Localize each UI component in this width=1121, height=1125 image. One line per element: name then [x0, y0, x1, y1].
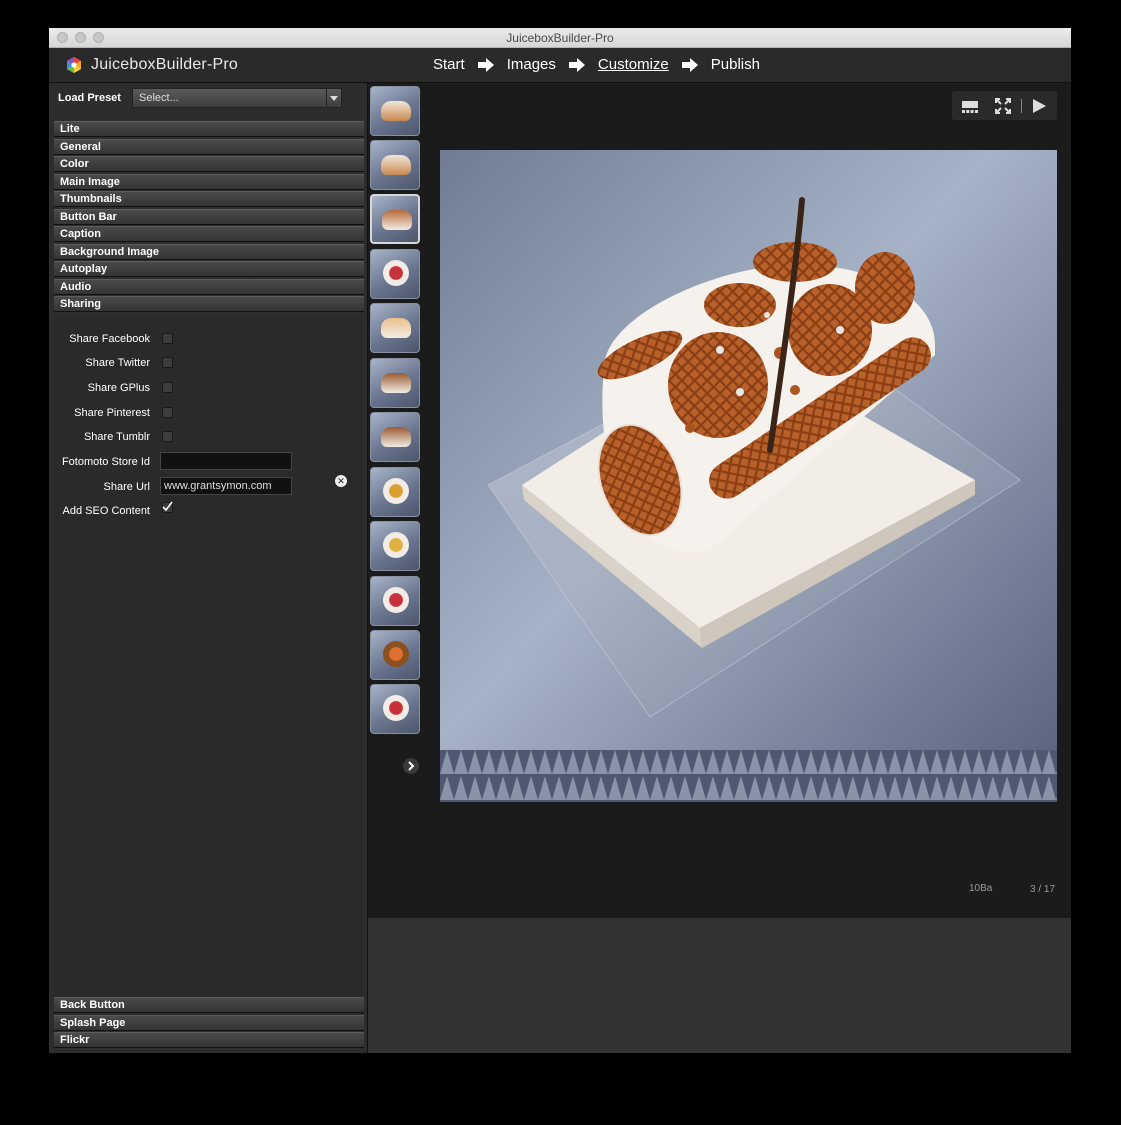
step-start[interactable]: Start: [433, 56, 465, 73]
window-title: JuiceboxBuilder-Pro: [506, 31, 614, 45]
toolbar-separator: [1021, 99, 1022, 113]
wizard-steps: Start Images Customize Publish: [433, 56, 760, 73]
section-general[interactable]: General: [54, 139, 364, 155]
play-icon[interactable]: [1031, 98, 1047, 114]
section-audio[interactable]: Audio: [54, 279, 364, 295]
thumbnail[interactable]: [370, 467, 420, 517]
thumbnail[interactable]: [370, 358, 420, 408]
settings-panel: Load Preset Select... Lite General Color…: [49, 83, 368, 1053]
thumbnail[interactable]: [370, 576, 420, 626]
fullscreen-icon[interactable]: [995, 98, 1011, 114]
thumbnail[interactable]: [370, 86, 420, 136]
gallery-viewer: 10Ba 3 / 17: [427, 83, 1071, 918]
share-url-label: Share Url: [103, 481, 150, 493]
app-header: JuiceboxBuilder-Pro Start Images Customi…: [49, 48, 1071, 83]
section-button-bar[interactable]: Button Bar: [54, 209, 364, 225]
section-thumbnails[interactable]: Thumbnails: [54, 191, 364, 207]
step-customize[interactable]: Customize: [598, 56, 669, 73]
checkmark-icon: [162, 501, 173, 512]
chevron-down-icon: [326, 89, 341, 107]
arrow-right-icon: [477, 57, 494, 72]
section-caption[interactable]: Caption: [54, 226, 364, 242]
share-twitter-checkbox[interactable]: [162, 357, 173, 368]
share-tumblr-checkbox[interactable]: [162, 431, 173, 442]
add-seo-content-label: Add SEO Content: [62, 505, 150, 517]
section-sharing[interactable]: Sharing: [54, 296, 364, 312]
load-preset-value: Select...: [139, 92, 179, 104]
share-gplus-checkbox[interactable]: [162, 382, 173, 393]
share-pinterest-checkbox[interactable]: [162, 407, 173, 418]
app-name: JuiceboxBuilder-Pro: [91, 56, 238, 73]
main-image[interactable]: [440, 150, 1057, 802]
share-gplus-label: Share GPlus: [87, 382, 150, 394]
share-tumblr-label: Share Tumblr: [83, 431, 150, 443]
share-facebook-checkbox[interactable]: [162, 333, 173, 344]
load-preset-label: Load Preset: [58, 92, 121, 104]
section-lite[interactable]: Lite: [54, 121, 364, 137]
thumbnails-toggle-icon[interactable]: [962, 98, 978, 114]
thumbnail[interactable]: [370, 630, 420, 680]
load-preset-select[interactable]: Select...: [132, 88, 342, 108]
section-main-image[interactable]: Main Image: [54, 174, 364, 190]
share-url-input[interactable]: [160, 477, 292, 495]
section-autoplay[interactable]: Autoplay: [54, 261, 364, 277]
add-seo-content-checkbox[interactable]: [162, 501, 173, 513]
share-facebook-label: Share Facebook: [69, 333, 150, 345]
thumbnail[interactable]: [370, 521, 420, 571]
sharing-section-body: Share Facebook Share Twitter Share GPlus…: [54, 316, 364, 1016]
thumbnail[interactable]: [370, 249, 420, 299]
section-back-button[interactable]: Back Button: [54, 997, 364, 1013]
share-pinterest-label: Share Pinterest: [74, 407, 150, 419]
thumbnails-next-button[interactable]: [403, 758, 419, 774]
thumbnail-selected[interactable]: [370, 194, 420, 244]
section-flickr[interactable]: Flickr: [54, 1032, 364, 1048]
chevron-right-icon: [408, 761, 415, 771]
viewer-toolbar: [952, 91, 1057, 120]
fotomoto-store-id-input[interactable]: [160, 452, 292, 470]
app-logo-icon: [67, 57, 81, 73]
thumbnail[interactable]: [370, 140, 420, 190]
arrow-right-icon: [568, 57, 585, 72]
share-twitter-label: Share Twitter: [85, 357, 150, 369]
preview-footer-area: [368, 918, 1071, 1053]
image-counter: 3 / 17: [1030, 884, 1056, 895]
app-window: JuiceboxBuilder-Pro JuiceboxBuilder-Pro …: [49, 28, 1071, 1053]
section-color[interactable]: Color: [54, 156, 364, 172]
image-caption: 10Ba: [969, 883, 993, 894]
thumbnail-strip: [368, 83, 427, 918]
thumbnail[interactable]: [370, 412, 420, 462]
title-bar: JuiceboxBuilder-Pro: [49, 28, 1071, 48]
thumbnail[interactable]: [370, 684, 420, 734]
arrow-right-icon: [681, 57, 698, 72]
clear-share-url-button[interactable]: ✕: [335, 475, 347, 487]
step-publish[interactable]: Publish: [711, 56, 760, 73]
fotomoto-store-id-label: Fotomoto Store Id: [61, 456, 150, 468]
step-images[interactable]: Images: [507, 56, 556, 73]
thumbnail[interactable]: [370, 303, 420, 353]
section-background-image[interactable]: Background Image: [54, 244, 364, 260]
section-splash-page[interactable]: Splash Page: [54, 1015, 364, 1031]
